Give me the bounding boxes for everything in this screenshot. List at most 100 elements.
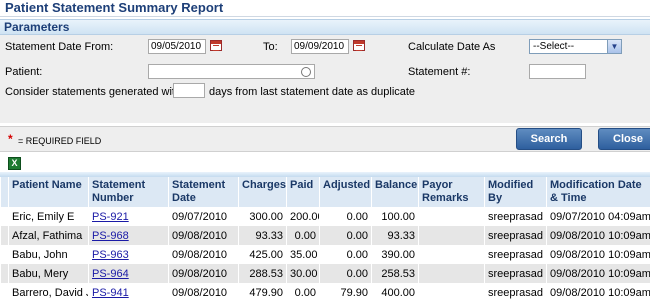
cell-charges: 425.00 bbox=[238, 245, 287, 264]
calculate-date-as-label: Calculate Date As bbox=[408, 41, 496, 53]
required-field-text: = REQUIRED FIELD bbox=[18, 136, 102, 146]
cell-statement-date: 09/08/2010 bbox=[168, 226, 239, 245]
statement-number-link[interactable]: PS-968 bbox=[92, 230, 129, 242]
cell-modified-by: sreeprasad bbox=[484, 283, 547, 302]
cell-paid: 200.00 bbox=[286, 207, 320, 226]
parameters-panel: Statement Date From: To: Calculate Date … bbox=[0, 35, 650, 123]
cell-payor-remarks bbox=[418, 245, 485, 264]
to-label: To: bbox=[263, 41, 278, 53]
statement-number-input[interactable] bbox=[529, 64, 586, 79]
cell-balance: 400.00 bbox=[371, 283, 419, 302]
cell-modified-by: sreeprasad bbox=[484, 245, 547, 264]
cell-balance: 258.53 bbox=[371, 264, 419, 283]
header-statement-date-line2: Date bbox=[172, 192, 196, 204]
statement-date-from-label: Statement Date From: bbox=[5, 41, 114, 53]
close-button[interactable]: Close bbox=[598, 128, 650, 150]
parameters-header: Parameters bbox=[0, 19, 650, 35]
duplicate-days-input[interactable] bbox=[173, 83, 205, 98]
table-row[interactable]: Eric, Emily E PS-921 09/07/2010 300.00 2… bbox=[0, 207, 650, 226]
header-statement-date[interactable]: Statement Date bbox=[168, 177, 239, 207]
header-balance[interactable]: Balance bbox=[371, 177, 419, 207]
header-payor-remarks[interactable]: Payor Remarks bbox=[418, 177, 485, 207]
cell-statement-number: PS-963 bbox=[88, 245, 169, 264]
statement-number-label: Statement #: bbox=[408, 66, 471, 78]
cell-patient-name: Babu, Mery bbox=[8, 264, 89, 283]
table-row[interactable]: Afzal, Fathima PS-968 09/08/2010 93.33 0… bbox=[0, 226, 650, 245]
header-adjusted[interactable]: Adjusted bbox=[319, 177, 372, 207]
statement-number-link[interactable]: PS-921 bbox=[92, 211, 129, 223]
cell-charges: 479.90 bbox=[238, 283, 287, 302]
cell-statement-number: PS-921 bbox=[88, 207, 169, 226]
cell-statement-number: PS-964 bbox=[88, 264, 169, 283]
cell-modified-by: sreeprasad bbox=[484, 226, 547, 245]
header-patient-name[interactable]: Patient Name bbox=[8, 177, 89, 207]
header-statement-number[interactable]: Statement Number bbox=[88, 177, 169, 207]
cell-patient-name: Barrero, David J bbox=[8, 283, 89, 302]
required-star: * bbox=[8, 132, 13, 146]
statement-number-link[interactable]: PS-963 bbox=[92, 249, 129, 261]
header-modified-by-line2: By bbox=[488, 192, 503, 204]
cell-adjusted: 0.00 bbox=[319, 245, 372, 264]
cell-paid: 30.00 bbox=[286, 264, 320, 283]
cell-adjusted: 0.00 bbox=[319, 207, 372, 226]
calculate-date-as-value: --Select-- bbox=[533, 41, 575, 52]
chevron-down-icon[interactable]: ▼ bbox=[607, 40, 621, 53]
header-modification-date-line2: & Time bbox=[550, 192, 587, 204]
header-statement-date-line1: Statement bbox=[172, 179, 226, 191]
cell-modification-date: 09/07/2010 04:09am bbox=[546, 207, 650, 226]
cell-statement-number: PS-941 bbox=[88, 283, 169, 302]
calculate-date-as-select[interactable]: --Select-- ▼ bbox=[529, 39, 622, 54]
table-row[interactable]: Barrero, David J PS-941 09/08/2010 479.9… bbox=[0, 283, 650, 302]
header-modification-date[interactable]: Modification Date & Time bbox=[546, 177, 650, 207]
header-statement-number-line1: Statement bbox=[92, 179, 146, 191]
header-payor-remarks-line1: Payor bbox=[422, 179, 453, 191]
row-spacer bbox=[0, 283, 9, 302]
duplicate-suffix-label: days from last statement date as duplica… bbox=[209, 86, 416, 98]
cell-modified-by: sreeprasad bbox=[484, 207, 547, 226]
calendar-icon[interactable] bbox=[353, 40, 365, 51]
patient-lookup-icon[interactable] bbox=[301, 67, 311, 77]
results-table: Patient Name Statement Number Statement Da… bbox=[0, 177, 650, 302]
cell-statement-number: PS-968 bbox=[88, 226, 169, 245]
statement-date-to-input[interactable] bbox=[291, 39, 349, 54]
header-spacer bbox=[0, 177, 9, 207]
patient-label: Patient: bbox=[5, 66, 43, 78]
statement-date-from-input[interactable] bbox=[148, 39, 206, 54]
cell-paid: 35.00 bbox=[286, 245, 320, 264]
cell-statement-date: 09/08/2010 bbox=[168, 264, 239, 283]
cell-modification-date: 09/08/2010 10:09am bbox=[546, 226, 650, 245]
cell-payor-remarks bbox=[418, 207, 485, 226]
row-spacer bbox=[0, 264, 9, 283]
search-button[interactable]: Search bbox=[516, 128, 582, 150]
table-row[interactable]: Babu, John PS-963 09/08/2010 425.00 35.0… bbox=[0, 245, 650, 264]
cell-adjusted: 0.00 bbox=[319, 226, 372, 245]
cell-paid: 0.00 bbox=[286, 283, 320, 302]
header-modified-by-line1: Modified bbox=[488, 179, 534, 191]
row-spacer bbox=[0, 207, 9, 226]
table-row[interactable]: Babu, Mery PS-964 09/08/2010 288.53 30.0… bbox=[0, 264, 650, 283]
cell-payor-remarks bbox=[418, 264, 485, 283]
header-paid[interactable]: Paid bbox=[286, 177, 320, 207]
cell-patient-name: Eric, Emily E bbox=[8, 207, 89, 226]
cell-payor-remarks bbox=[418, 226, 485, 245]
patient-input[interactable] bbox=[148, 64, 315, 79]
row-spacer bbox=[0, 226, 9, 245]
cell-balance: 100.00 bbox=[371, 207, 419, 226]
cell-balance: 93.33 bbox=[371, 226, 419, 245]
statement-number-link[interactable]: PS-941 bbox=[92, 287, 129, 299]
cell-charges: 300.00 bbox=[238, 207, 287, 226]
header-charges[interactable]: Charges bbox=[238, 177, 287, 207]
cell-adjusted: 0.00 bbox=[319, 264, 372, 283]
cell-charges: 288.53 bbox=[238, 264, 287, 283]
cell-adjusted: 79.90 bbox=[319, 283, 372, 302]
excel-export-icon[interactable]: X bbox=[8, 157, 21, 170]
calendar-icon[interactable] bbox=[210, 40, 222, 51]
cell-statement-date: 09/07/2010 bbox=[168, 207, 239, 226]
page-title: Patient Statement Summary Report bbox=[0, 0, 650, 17]
header-modified-by[interactable]: Modified By bbox=[484, 177, 547, 207]
header-statement-number-line2: Number bbox=[92, 192, 134, 204]
statement-number-link[interactable]: PS-964 bbox=[92, 268, 129, 280]
cell-statement-date: 09/08/2010 bbox=[168, 283, 239, 302]
table-header-row: Patient Name Statement Number Statement Da… bbox=[0, 177, 650, 207]
results-toolbar: X bbox=[0, 156, 650, 172]
